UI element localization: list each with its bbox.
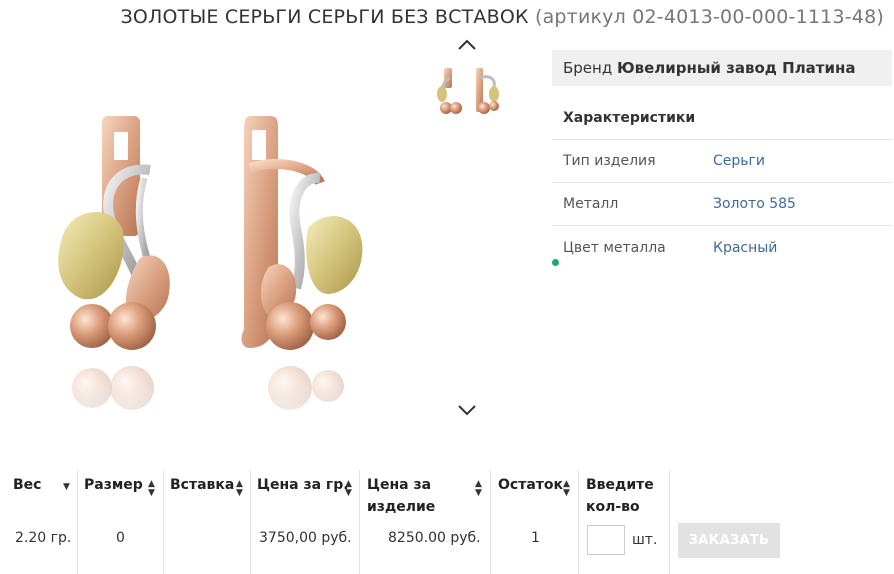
column-price-item: Цена за изделие ▲ ▼ 8250.00 руб.	[360, 470, 491, 574]
column-insert: Вставка ▲ ▼	[164, 470, 251, 574]
header-quantity: Введите кол-во	[586, 474, 654, 518]
column-price-gram: Цена за гр. ▲ ▼ 3750,00 руб.	[251, 470, 360, 574]
column-size: Размер ▲ ▼ 0	[78, 470, 164, 574]
sort-icon[interactable]: ▲ ▼	[236, 480, 243, 498]
brand-value: Ювелирный завод Платина	[617, 59, 856, 77]
brand-bar: Бренд Ювелирный завод Платина	[552, 50, 892, 86]
offers-table: Вес ▼ 2.20 гр. Размер ▲ ▼ 0 Вставка ▲ ▼ Це…	[0, 470, 894, 574]
product-article: (артикул 02-4013-00-000-1113-48)	[534, 6, 884, 28]
product-main-image[interactable]	[40, 108, 380, 450]
page-title: ЗОЛОТЫЕ СЕРЬГИ СЕРЬГИ БЕЗ ВСТАВОК (артик…	[0, 6, 884, 28]
char-key: Тип изделия	[563, 153, 656, 169]
sort-down-icon[interactable]: ▼	[63, 483, 70, 492]
brand-label: Бренд	[563, 59, 613, 77]
cell-price-gram: 3750,00 руб.	[259, 530, 352, 546]
status-dot	[552, 259, 559, 266]
product-name: ЗОЛОТЫЕ СЕРЬГИ СЕРЬГИ БЕЗ ВСТАВОК	[120, 6, 529, 28]
cell-price-item: 8250.00 руб.	[388, 530, 481, 546]
header-price-item-line2: изделие	[367, 499, 436, 515]
characteristics-title: Характеристики	[563, 110, 696, 126]
column-quantity: Введите кол-во	[579, 470, 670, 574]
column-stock: Остаток ▲ ▼ 1	[491, 470, 579, 574]
char-key: Металл	[563, 196, 619, 212]
sort-icon[interactable]: ▲ ▼	[475, 480, 482, 498]
header-price-item[interactable]: Цена за изделие	[367, 474, 435, 518]
quantity-input[interactable]	[587, 525, 625, 555]
char-value-link[interactable]: Красный	[713, 240, 777, 256]
product-thumbnail[interactable]	[434, 64, 502, 122]
char-value-link[interactable]: Золото 585	[713, 196, 796, 212]
cell-stock: 1	[531, 530, 540, 546]
header-quantity-line1: Введите	[586, 477, 654, 493]
char-key: Цвет металла	[563, 239, 666, 256]
column-weight: Вес ▼ 2.20 гр.	[0, 470, 78, 574]
char-value-link[interactable]: Серьги	[713, 153, 765, 169]
characteristics-table: Характеристики Тип изделия Серьги Металл…	[552, 97, 892, 269]
cell-weight: 2.20 гр.	[15, 530, 72, 546]
char-row-type: Тип изделия Серьги	[552, 140, 892, 183]
chevron-up-icon[interactable]	[456, 38, 478, 52]
header-weight[interactable]: Вес	[13, 474, 41, 496]
header-price-gram[interactable]: Цена за гр.	[257, 474, 349, 496]
cell-size: 0	[116, 530, 125, 546]
sort-icon[interactable]: ▲ ▼	[563, 480, 570, 498]
header-insert[interactable]: Вставка	[170, 474, 234, 496]
char-row-metal: Металл Золото 585	[552, 183, 892, 226]
quantity-unit: шт.	[632, 532, 658, 548]
char-row-color: Цвет металла Красный	[552, 226, 892, 269]
sort-icon[interactable]: ▲ ▼	[345, 480, 352, 498]
chevron-down-icon[interactable]	[456, 403, 478, 417]
header-price-item-line1: Цена за	[367, 477, 432, 493]
order-button[interactable]: ЗАКАЗАТЬ	[678, 523, 780, 558]
sort-icon[interactable]: ▲ ▼	[148, 480, 155, 498]
header-quantity-line2: кол-во	[586, 499, 640, 515]
header-size[interactable]: Размер	[84, 474, 143, 496]
header-stock[interactable]: Остаток	[498, 474, 563, 496]
characteristics-heading: Характеристики	[552, 97, 892, 140]
